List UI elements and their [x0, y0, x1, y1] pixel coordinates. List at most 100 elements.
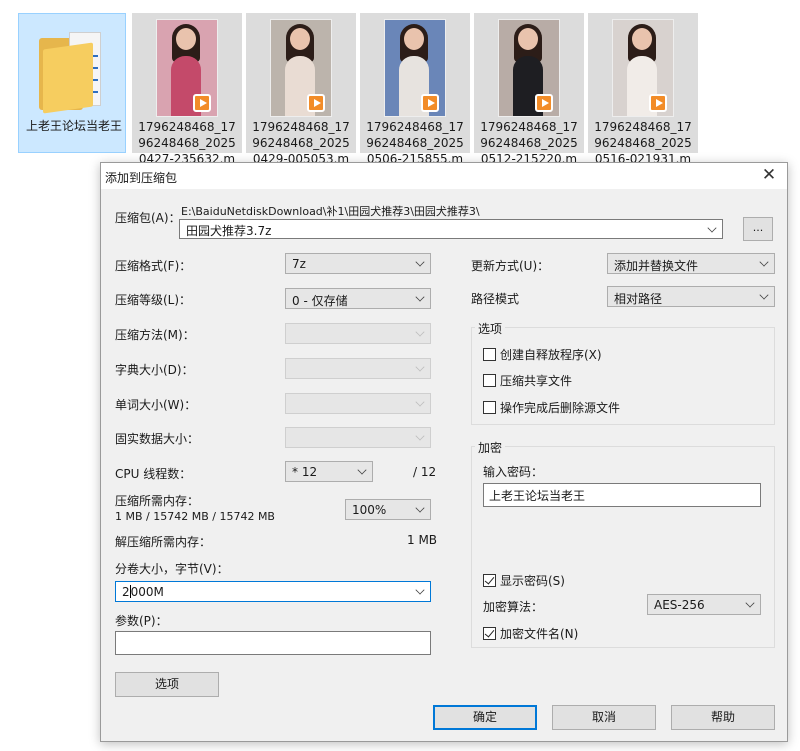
dialog-title: 添加到压缩包: [105, 171, 178, 185]
checkbox-box: [483, 574, 496, 587]
chevron-down-icon: [415, 503, 425, 513]
chevron-down-icon: [415, 431, 425, 441]
mem-label: 压缩所需内存：: [115, 494, 200, 508]
split-value-start: 2: [122, 585, 130, 599]
chevron-down-icon: [415, 292, 425, 302]
checkbox-box: [483, 374, 496, 387]
encryption-method-value: AES-256: [654, 598, 705, 612]
encrypt-names-checkbox[interactable]: 加密文件名(N): [483, 625, 578, 642]
word-combo: [285, 393, 431, 414]
encryption-method-combo[interactable]: AES-256: [647, 594, 761, 615]
pathmode-label: 路径模式: [471, 292, 520, 306]
video-file-name: 1796248468_1796248468_20250516-021931.m: [594, 120, 692, 166]
chevron-down-icon: [415, 397, 425, 407]
video-play-icon: [535, 94, 553, 112]
params-label: 参数(P)：: [115, 614, 168, 628]
method-combo: [285, 323, 431, 344]
format-combo[interactable]: 7z: [285, 253, 431, 274]
checkbox-box: [483, 627, 496, 640]
options-group-title: 选项: [475, 320, 506, 337]
cpu-label: CPU 线程数：: [115, 467, 192, 481]
cancel-button[interactable]: 取消: [552, 705, 656, 730]
level-combo[interactable]: 0 - 仅存储: [285, 288, 431, 309]
video-file-tile[interactable]: 1796248468_1796248468_20250429-005053.m: [246, 13, 356, 166]
dict-label: 字典大小(D)：: [115, 363, 194, 377]
video-file-tile[interactable]: 1796248468_1796248468_20250516-021931.m: [588, 13, 698, 166]
video-play-icon: [193, 94, 211, 112]
mem-combo[interactable]: 100%: [345, 499, 431, 520]
split-size-combo[interactable]: 2000M: [115, 581, 431, 602]
method-label: 压缩方法(M)：: [115, 328, 195, 342]
chevron-down-icon: [415, 362, 425, 372]
show-password-label: 显示密码(S): [500, 574, 565, 588]
solid-label: 固实数据大小：: [115, 432, 200, 446]
cpu-value: * 12: [292, 465, 318, 479]
close-icon[interactable]: ✕: [759, 165, 779, 185]
cpu-combo[interactable]: * 12: [285, 461, 373, 482]
shared-label: 压缩共享文件: [500, 374, 573, 388]
delete-checkbox[interactable]: 操作完成后删除源文件: [483, 399, 620, 416]
video-file-name: 1796248468_1796248468_20250512-215220.m: [480, 120, 578, 166]
pathmode-combo[interactable]: 相对路径: [607, 286, 775, 307]
encrypt-names-label: 加密文件名(N): [500, 627, 579, 641]
ok-button[interactable]: 确定: [433, 705, 537, 730]
chevron-down-icon: [759, 257, 769, 267]
chevron-down-icon: [357, 465, 367, 475]
options-button[interactable]: 选项: [115, 672, 219, 697]
help-button[interactable]: 帮助: [671, 705, 775, 730]
sfx-label: 创建自释放程序(X): [500, 348, 602, 362]
archive-label: 压缩包(A)：: [115, 211, 181, 225]
decomp-label: 解压缩所需内存：: [115, 535, 212, 549]
folder-name: 上老王论坛当老王: [25, 119, 122, 133]
sfx-checkbox[interactable]: 创建自释放程序(X): [483, 346, 602, 363]
mem-value: 100%: [352, 503, 387, 517]
password-input[interactable]: 上老王论坛当老王: [483, 483, 761, 507]
video-file-tile[interactable]: 1796248468_1796248468_20250512-215220.m: [474, 13, 584, 166]
add-to-archive-dialog: 添加到压缩包 ✕ 压缩包(A)： E:\BaiduNetdiskDownload…: [100, 162, 788, 742]
archive-name-combo[interactable]: 田园犬推荐3.7z: [179, 219, 723, 239]
update-value: 添加并替换文件: [614, 259, 699, 273]
update-combo[interactable]: 添加并替换文件: [607, 253, 775, 274]
decomp-value: 1 MB: [407, 533, 438, 547]
shared-checkbox[interactable]: 压缩共享文件: [483, 372, 572, 389]
level-value: 0 - 仅存储: [292, 294, 348, 308]
password-label: 输入密码：: [483, 465, 544, 479]
encryption-method-label: 加密算法：: [483, 600, 544, 614]
dict-combo: [285, 358, 431, 379]
archive-path: E:\BaiduNetdiskDownload\补1\田园犬推荐3\田园犬推荐3…: [181, 205, 480, 218]
delete-label: 操作完成后删除源文件: [500, 401, 621, 415]
update-label: 更新方式(U)：: [471, 259, 550, 273]
archive-name-value: 田园犬推荐3.7z: [186, 224, 272, 238]
desktop: 上老王论坛当老王 1796248468_1796248468_20250427-…: [0, 0, 800, 751]
video-play-icon: [421, 94, 439, 112]
browse-button[interactable]: ...: [743, 217, 773, 241]
format-label: 压缩格式(F)：: [115, 259, 192, 273]
dialog-titlebar: 添加到压缩包 ✕: [101, 163, 787, 189]
split-label: 分卷大小，字节(V)：: [115, 562, 229, 576]
folder-icon: [39, 28, 105, 114]
show-password-checkbox[interactable]: 显示密码(S): [483, 572, 565, 589]
format-value: 7z: [292, 257, 306, 271]
encryption-group-title: 加密: [475, 439, 506, 456]
chevron-down-icon: [759, 290, 769, 300]
level-label: 压缩等级(L)：: [115, 293, 192, 307]
video-file-name: 1796248468_1796248468_20250506-215855.m: [366, 120, 464, 166]
pathmode-value: 相对路径: [614, 292, 663, 306]
chevron-down-icon: [415, 585, 425, 595]
video-play-icon: [307, 94, 325, 112]
checkbox-box: [483, 401, 496, 414]
video-file-name: 1796248468_1796248468_20250427-235632.m: [138, 120, 236, 166]
video-file-tile[interactable]: 1796248468_1796248468_20250506-215855.m: [360, 13, 470, 166]
word-label: 单词大小(W)：: [115, 398, 197, 412]
chevron-down-icon: [745, 598, 755, 608]
video-file-tile[interactable]: 1796248468_1796248468_20250427-235632.m: [132, 13, 242, 166]
solid-combo: [285, 427, 431, 448]
split-value-end: 000M: [130, 585, 164, 599]
video-play-icon: [649, 94, 667, 112]
chevron-down-icon: [415, 327, 425, 337]
chevron-down-icon: [707, 223, 717, 233]
video-file-name: 1796248468_1796248468_20250429-005053.m: [252, 120, 350, 166]
folder-tile[interactable]: 上老王论坛当老王: [18, 13, 126, 153]
chevron-down-icon: [415, 257, 425, 267]
params-input[interactable]: [115, 631, 431, 655]
